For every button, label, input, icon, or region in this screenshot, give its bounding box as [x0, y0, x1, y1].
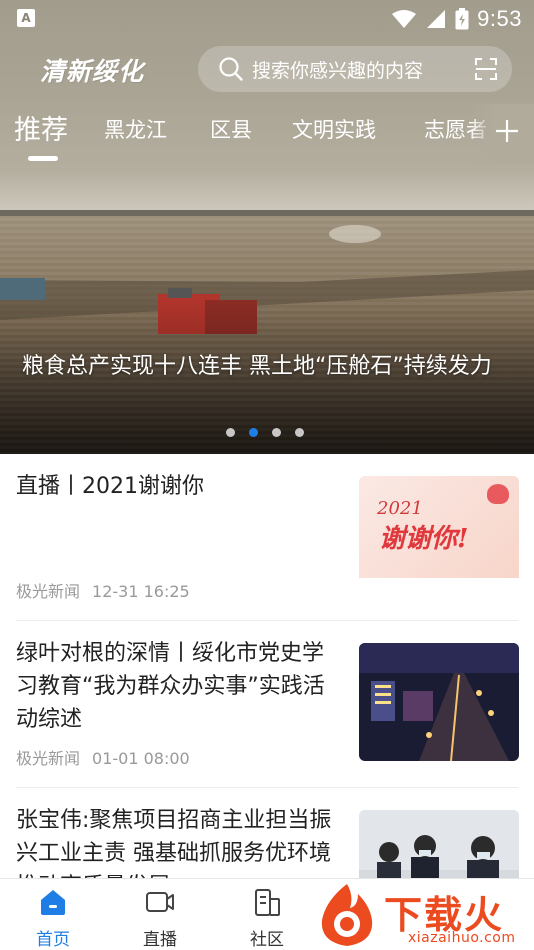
battery-charging-icon [455, 8, 469, 30]
news-source: 极光新闻 [16, 749, 81, 768]
site-watermark: 下载火 xiazaihuo.com [312, 880, 534, 950]
video-icon [146, 892, 174, 912]
news-title: 绿叶对根的深情丨绥化市党史学习教育“我为群众办实事”实践活动综述 [16, 641, 325, 732]
news-thumbnail [359, 643, 519, 761]
nav-label: 首页 [36, 930, 70, 950]
tab-civilization-practice[interactable]: 文明实践 [292, 114, 376, 144]
thumb-footer [359, 578, 519, 594]
news-meta: 极光新闻 01-01 08:00 [16, 745, 190, 769]
heart-decoration [487, 484, 509, 504]
news-feed: 直播丨2021谢谢你 极光新闻 12-31 16:25 2021 谢谢你! 绿叶对… [0, 454, 534, 878]
news-item[interactable]: 直播丨2021谢谢你 极光新闻 12-31 16:25 2021 谢谢你! [0, 454, 534, 620]
wifi-icon [392, 10, 417, 28]
carousel-dot[interactable] [226, 428, 235, 437]
news-thumbnail [359, 810, 519, 878]
home-icon [41, 890, 65, 915]
news-title: 直播丨2021谢谢你 [16, 474, 204, 499]
harvest-field-image [0, 170, 534, 454]
search-icon [219, 57, 243, 81]
tab-districts[interactable]: 区县 [210, 114, 252, 144]
nav-label: 直播 [143, 930, 177, 950]
thumb-title-text: 谢谢你! [379, 524, 469, 554]
hero-banner[interactable]: 粮食总产实现十八连丰 黑土地“压舱石”持续发力 [0, 170, 534, 454]
signal-icon [427, 10, 446, 28]
status-indicators: 9:53 [391, 5, 522, 33]
news-title: 张宝伟:聚焦项目招商主业担当振兴工业主责 强基础抓服务优环境推动高质量发展 [16, 808, 332, 878]
flame-logo-icon [321, 884, 373, 946]
app-logo: 清新绥化 [40, 57, 145, 86]
active-tab-indicator [28, 156, 58, 161]
meeting-photo-image [359, 810, 519, 878]
nav-community[interactable]: 社区 [227, 879, 307, 950]
nav-live[interactable]: 直播 [120, 879, 200, 950]
status-bar: A 9:53 [0, 0, 534, 38]
nav-label: 社区 [250, 930, 284, 950]
tab-recommended[interactable]: 推荐 [14, 108, 68, 147]
carousel-dot[interactable] [272, 428, 281, 437]
clock: 9:53 [477, 6, 522, 31]
carousel-dot[interactable] [295, 428, 304, 437]
night-city-image [359, 643, 519, 761]
watermark-domain: xiazaihuo.com [408, 930, 516, 946]
app-header: A 9:53 清新绥化 搜索你感兴趣的内容 推荐 黑龙江 区县 文明实践 志愿者 [0, 0, 534, 170]
news-time: 12-31 16:25 [92, 582, 190, 601]
community-icon [255, 889, 280, 916]
carousel-dot-active[interactable] [249, 428, 258, 437]
news-meta: 极光新闻 12-31 16:25 [16, 578, 190, 602]
search-placeholder: 搜索你感兴趣的内容 [252, 59, 424, 82]
tab-heilongjiang[interactable]: 黑龙江 [104, 114, 167, 144]
news-item[interactable]: 绿叶对根的深情丨绥化市党史学习教育“我为群众办实事”实践活动综述 极光新闻 01-… [0, 621, 534, 787]
news-time: 01-01 08:00 [92, 749, 190, 768]
nav-home[interactable]: 首页 [13, 879, 93, 950]
channel-tabs: 推荐 黑龙江 区县 文明实践 志愿者 [0, 104, 534, 164]
app-notification-icon: A [17, 9, 35, 27]
add-channel-icon[interactable] [494, 118, 520, 144]
search-bar[interactable]: 搜索你感兴趣的内容 [198, 46, 512, 92]
banner-caption: 粮食总产实现十八连丰 黑土地“压舱石”持续发力 [22, 354, 492, 379]
news-source: 极光新闻 [16, 582, 81, 601]
news-thumbnail: 2021 谢谢你! [359, 476, 519, 594]
scan-icon[interactable] [474, 57, 498, 81]
thumb-script-text: 2021 [377, 498, 423, 519]
news-item[interactable]: 张宝伟:聚焦项目招商主业担当振兴工业主责 强基础抓服务优环境推动高质量发展 [0, 788, 534, 878]
carousel-dots [226, 428, 304, 437]
